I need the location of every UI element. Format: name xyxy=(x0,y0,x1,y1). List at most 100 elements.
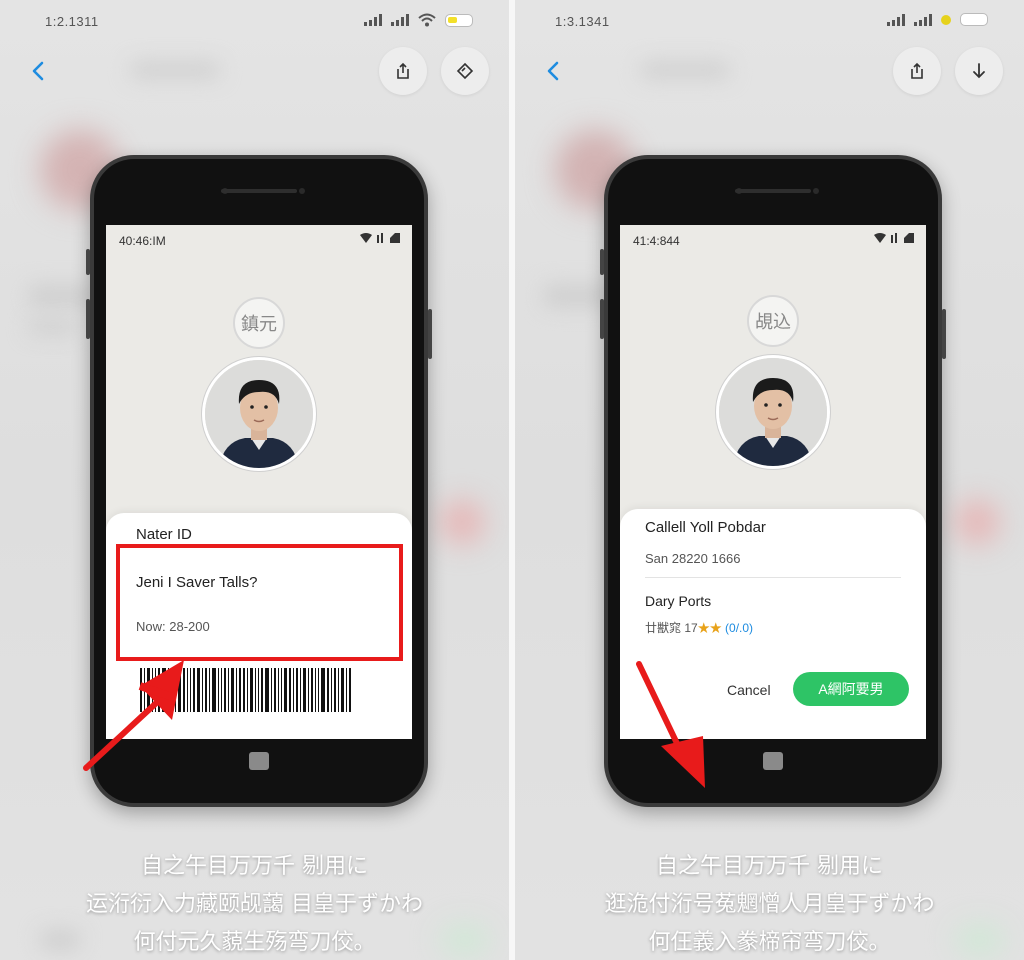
phone-side-button xyxy=(428,309,432,359)
screen-status-time: 40:46:IM xyxy=(119,234,166,248)
barcode-bar xyxy=(265,668,269,712)
barcode-bar xyxy=(224,668,226,712)
blurred-button xyxy=(955,500,999,544)
rotate-button[interactable] xyxy=(441,47,489,95)
share-button[interactable] xyxy=(893,47,941,95)
phone-side-button xyxy=(600,299,604,339)
red-arrow-icon xyxy=(636,661,705,788)
caption-line: 运洐衍入力藏颐觇藹 目皇于ずかわ xyxy=(86,892,423,917)
barcode-bar xyxy=(221,668,222,712)
phone-sensor xyxy=(299,188,305,194)
barcode-bar xyxy=(271,668,272,712)
signal-icon xyxy=(914,13,932,26)
barcode-bar xyxy=(311,668,313,712)
status-time: 1:2.1311 xyxy=(45,14,99,29)
back-icon[interactable] xyxy=(539,56,569,86)
barcode-bar xyxy=(228,668,229,712)
blurred-button xyxy=(440,500,484,544)
barcode-bar xyxy=(289,668,291,712)
rating-label: 廿獣窕 17 xyxy=(645,621,698,635)
caption-line: 逛洈付洐号菟魍憎人月皇于ずかわ xyxy=(604,892,935,917)
red-arrow-icon xyxy=(83,660,184,771)
highlight-box xyxy=(116,544,403,661)
barcode-bar xyxy=(278,668,279,712)
rating-row: 廿獣窕 17★★ (0/.0) xyxy=(645,619,753,636)
signal-icon xyxy=(364,14,382,26)
barcode-bar xyxy=(338,668,339,712)
rating-stars: ★★ xyxy=(697,621,722,635)
barcode-bar xyxy=(281,668,282,712)
download-icon xyxy=(973,63,985,79)
caption-line: 何付元久藐生殇弯刀佼。 xyxy=(133,930,376,955)
contact-name: Callell Yoll Pobdar xyxy=(645,519,766,536)
profile-photo xyxy=(202,357,316,471)
barcode-bar xyxy=(318,668,319,712)
barcode-bar xyxy=(303,668,306,712)
barcode-bar xyxy=(258,668,259,712)
barcode-bar xyxy=(346,668,347,712)
barcode-bar xyxy=(308,668,309,712)
share-button[interactable] xyxy=(379,47,427,95)
battery-icon xyxy=(390,233,400,243)
seal-logo: 鎮元 xyxy=(233,297,285,349)
barcode-bar xyxy=(334,668,336,712)
caption-line: 自之午目万万千 ​剔用に xyxy=(141,854,368,879)
signal-icon xyxy=(891,233,897,243)
signal-icon xyxy=(887,13,905,26)
barcode-bar xyxy=(261,668,263,712)
barcode-bar xyxy=(293,668,294,712)
battery-icon xyxy=(445,13,473,27)
share-icon xyxy=(397,62,409,79)
phone-side-button xyxy=(86,249,90,275)
download-button[interactable] xyxy=(955,47,1003,95)
screen-status-icons xyxy=(360,233,400,243)
signal-icon xyxy=(391,14,409,26)
right-panel: 1:3.1341 41:4:844 覘込 Callell Yoll Pobdar… xyxy=(515,0,1024,960)
status-icons xyxy=(887,13,988,26)
profile-photo xyxy=(716,355,830,469)
contact-number: San 28220 1666 xyxy=(645,551,741,566)
signal-icon xyxy=(377,233,383,243)
barcode-bar xyxy=(231,668,234,712)
barcode-bar xyxy=(239,668,241,712)
barcode-bar xyxy=(315,668,316,712)
barcode-bar xyxy=(296,668,298,712)
barcode-bar xyxy=(274,668,276,712)
card-title: Nater ID xyxy=(136,526,192,543)
status-time: 1:3.1341 xyxy=(555,14,610,29)
rating-count[interactable]: (0/.0) xyxy=(725,621,753,635)
blurred-text xyxy=(640,62,730,78)
battery-icon xyxy=(904,233,914,243)
phone-speaker xyxy=(735,189,811,193)
cancel-button[interactable]: Cancel xyxy=(727,682,771,698)
home-button[interactable] xyxy=(763,752,783,770)
barcode-bar xyxy=(255,668,256,712)
caption: 自之午目万万千 ​剔用に 逛洈付洐号菟魍憎人月皇于ずかわ 何仼義入豢楴帘弯刀佼。 xyxy=(515,848,1024,960)
back-icon[interactable] xyxy=(24,56,54,86)
wifi-icon xyxy=(360,233,372,243)
phone-speaker xyxy=(221,189,297,193)
accept-button[interactable]: A網阿要男 xyxy=(793,672,909,706)
barcode-bar xyxy=(250,668,253,712)
barcode-bar xyxy=(243,668,245,712)
barcode-bar xyxy=(341,668,344,712)
left-panel: 1:2.1311 40:46:IM 鎮元 Nater ID Jeni I Sav… xyxy=(0,0,509,960)
section-title: Dary Ports xyxy=(645,593,712,609)
barcode-bar xyxy=(284,668,287,712)
phone-sensor xyxy=(813,188,819,194)
status-icons xyxy=(364,13,473,27)
caption-line: 自之午目万万千 ​剔用に xyxy=(656,854,883,879)
caption-line: 何仼義入豢楴帘弯刀佼。 xyxy=(648,930,891,955)
home-button[interactable] xyxy=(249,752,269,770)
barcode-bar xyxy=(327,668,329,712)
charging-icon xyxy=(941,14,951,25)
share-icon xyxy=(911,62,923,79)
phone-side-button xyxy=(86,299,90,339)
barcode-bar xyxy=(247,668,248,712)
barcode-bar xyxy=(331,668,332,712)
barcode-bar xyxy=(236,668,237,712)
phone-side-button xyxy=(600,249,604,275)
rotate-icon xyxy=(456,62,474,80)
divider-line xyxy=(645,577,901,578)
barcode-bar xyxy=(349,668,351,712)
